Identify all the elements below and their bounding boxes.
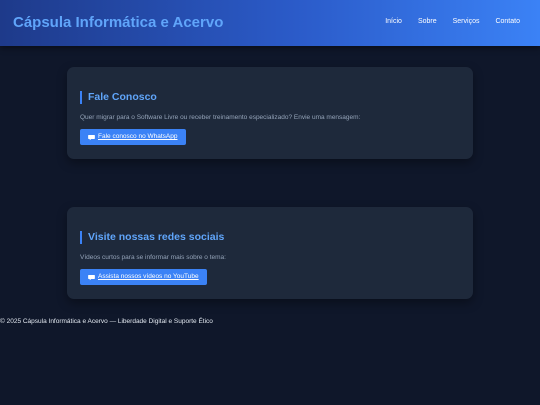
whatsapp-button-label: Fale conosco no WhatsApp — [98, 133, 178, 140]
contact-card: Fale Conosco Quer migrar para o Software… — [67, 67, 473, 159]
social-card: Visite nossas redes sociais Vídeos curto… — [67, 207, 473, 299]
site-brand[interactable]: Cápsula Informática e Acervo — [13, 14, 223, 31]
nav-link-contato[interactable]: Contato — [495, 18, 520, 25]
whatsapp-button[interactable]: Fale conosco no WhatsApp — [80, 129, 186, 145]
contact-card-title: Fale Conosco — [80, 91, 157, 104]
social-card-text: Vídeos curtos para se informar mais sobr… — [80, 254, 226, 261]
site-header: Cápsula Informática e Acervo Início Sobr… — [0, 0, 540, 46]
speech-bubble-icon — [88, 134, 95, 140]
site-footer: © 2025 Cápsula Informática e Acervo — Li… — [0, 318, 213, 325]
youtube-button-label: Assista nossos vídeos no YouTube — [98, 273, 199, 280]
speech-bubble-icon — [88, 274, 95, 280]
youtube-button[interactable]: Assista nossos vídeos no YouTube — [80, 269, 207, 285]
nav-link-sobre[interactable]: Sobre — [418, 18, 437, 25]
nav-link-servicos[interactable]: Serviços — [453, 18, 480, 25]
main-nav: Início Sobre Serviços Contato — [385, 18, 520, 25]
social-card-title: Visite nossas redes sociais — [80, 231, 224, 244]
contact-card-text: Quer migrar para o Software Livre ou rec… — [80, 114, 361, 121]
nav-link-inicio[interactable]: Início — [385, 18, 402, 25]
